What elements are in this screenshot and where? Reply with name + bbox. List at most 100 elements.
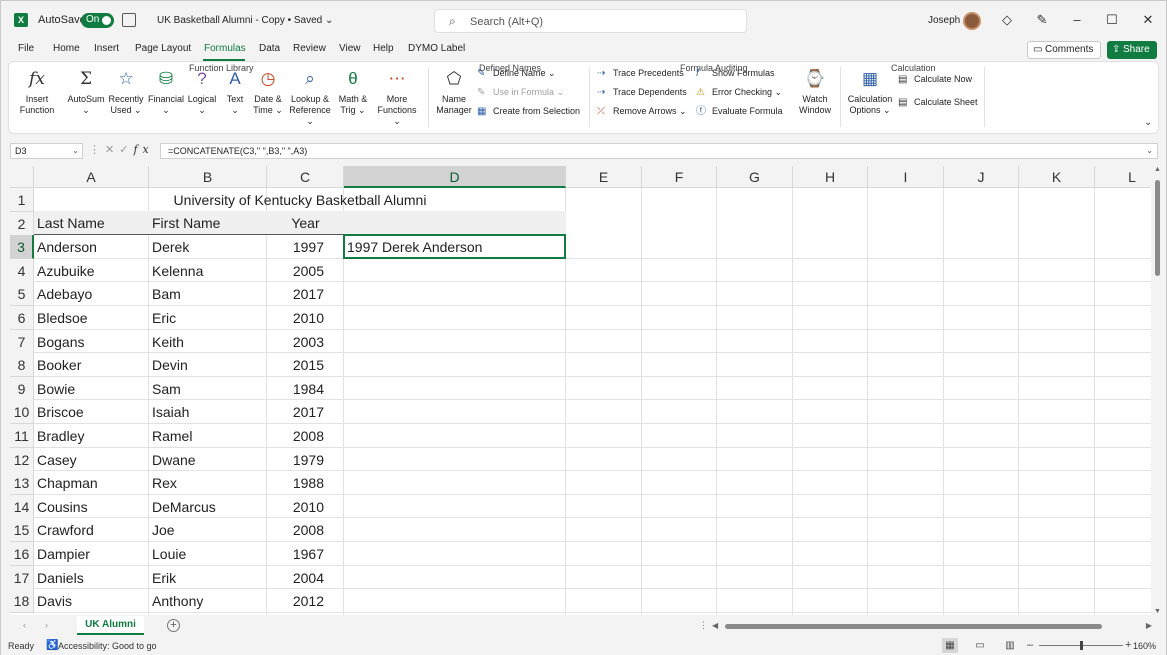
cell-year[interactable]: 2010 bbox=[267, 495, 324, 519]
tab-dymo-label[interactable]: DYMO Label bbox=[408, 43, 465, 54]
diamond-icon[interactable]: ◇ bbox=[997, 10, 1017, 30]
cell-year[interactable]: 1997 bbox=[267, 235, 324, 259]
scroll-up-icon[interactable]: ▲ bbox=[1154, 166, 1161, 173]
error-checking-button[interactable]: ⚠ Error Checking ⌄ bbox=[696, 86, 782, 99]
row-header-12[interactable]: 12 bbox=[10, 447, 34, 472]
cell-year[interactable]: 1979 bbox=[267, 448, 324, 472]
cell-first-name[interactable]: Sam bbox=[152, 377, 181, 401]
cell-year[interactable]: 2003 bbox=[267, 330, 324, 354]
collapse-ribbon-icon[interactable]: ⌄ bbox=[1144, 117, 1152, 128]
column-header-c[interactable]: C bbox=[267, 166, 344, 188]
cell-year[interactable]: 2004 bbox=[267, 566, 324, 590]
tab-splitter-icon[interactable]: ⋮ bbox=[699, 620, 708, 631]
spreadsheet-grid[interactable]: University of Kentucky Basketball Alumni… bbox=[10, 166, 1151, 615]
insert-function-button[interactable]: fx Insert Function bbox=[15, 67, 59, 116]
prev-sheet-icon[interactable]: ‹ bbox=[23, 620, 26, 630]
cell-first-name[interactable]: Anthony bbox=[152, 589, 203, 613]
calculation-options-button[interactable]: ▦ Calculation Options ⌄ bbox=[845, 67, 895, 116]
maximize-icon[interactable]: ☐ bbox=[1102, 10, 1122, 30]
name-box[interactable]: D3 ⌄ bbox=[10, 143, 83, 159]
row-header-6[interactable]: 6 bbox=[10, 306, 34, 330]
cell-last-name[interactable]: Anderson bbox=[37, 235, 97, 259]
tab-insert[interactable]: Insert bbox=[94, 43, 119, 54]
cell-year[interactable]: 1988 bbox=[267, 471, 324, 495]
row-header-16[interactable]: 16 bbox=[10, 542, 34, 566]
row-header-15[interactable]: 15 bbox=[10, 518, 34, 543]
page-layout-view-icon[interactable]: ▭ bbox=[972, 638, 988, 653]
cell-first-name[interactable]: Rex bbox=[152, 471, 177, 495]
text-button[interactable]: A Text ⌄ bbox=[221, 67, 249, 116]
cell-year[interactable]: 1984 bbox=[267, 377, 324, 401]
user-name[interactable]: Joseph bbox=[928, 15, 960, 26]
select-all-corner[interactable] bbox=[10, 166, 34, 188]
row-header-10[interactable]: 10 bbox=[10, 400, 34, 425]
cell-first-name[interactable]: Devin bbox=[152, 353, 188, 377]
row-header-14[interactable]: 14 bbox=[10, 494, 34, 519]
row-header-9[interactable]: 9 bbox=[10, 376, 34, 401]
cancel-icon[interactable]: ✕ bbox=[105, 144, 119, 156]
logical-button[interactable]: ? Logical ⌄ bbox=[185, 67, 219, 116]
cell-last-name[interactable]: Bogans bbox=[37, 330, 84, 354]
tab-view[interactable]: View bbox=[339, 43, 361, 54]
cell-last-name[interactable]: Bowie bbox=[37, 377, 75, 401]
column-header-e[interactable]: E bbox=[566, 166, 642, 188]
date-time-button[interactable]: ◷ Date & Time ⌄ bbox=[251, 67, 285, 116]
cell-first-name[interactable]: Eric bbox=[152, 306, 176, 330]
scroll-right-icon[interactable]: ▶ bbox=[1146, 621, 1152, 630]
cell-last-name[interactable]: Bradley bbox=[37, 424, 84, 448]
zoom-in-button[interactable]: + bbox=[1125, 639, 1131, 651]
vertical-scrollbar[interactable]: ▲ ▼ bbox=[1153, 166, 1163, 615]
active-cell-d3[interactable] bbox=[343, 234, 566, 259]
column-header-d[interactable]: D bbox=[344, 166, 566, 188]
accessibility-status[interactable]: ♿ Accessibility: Good to go bbox=[46, 640, 157, 651]
cell-first-name[interactable]: Ramel bbox=[152, 424, 192, 448]
name-manager-button[interactable]: ⬠ Name Manager bbox=[434, 67, 474, 116]
column-header-f[interactable]: F bbox=[642, 166, 717, 188]
cell-last-name[interactable]: Daniels bbox=[37, 566, 84, 590]
autosum-button[interactable]: Σ AutoSum ⌄ bbox=[65, 67, 107, 116]
cell-first-name[interactable]: Derek bbox=[152, 235, 189, 259]
watch-window-button[interactable]: ⌚ Watch Window bbox=[795, 67, 835, 116]
cell-first-name[interactable]: DeMarcus bbox=[152, 495, 216, 519]
calculate-sheet-button[interactable]: ▤ Calculate Sheet bbox=[898, 96, 978, 109]
row-header-3[interactable]: 3 bbox=[10, 235, 34, 260]
cell-year[interactable]: 2010 bbox=[267, 306, 324, 330]
cell-last-name[interactable]: Dampier bbox=[37, 542, 90, 566]
column-header-k[interactable]: K bbox=[1019, 166, 1095, 188]
cell-year[interactable]: 2017 bbox=[267, 400, 324, 424]
scroll-left-icon[interactable]: ◀ bbox=[712, 621, 718, 630]
row-header-1[interactable]: 1 bbox=[10, 188, 34, 212]
cell-last-name[interactable]: Cousins bbox=[37, 495, 88, 519]
cell-first-name[interactable]: Joe bbox=[152, 518, 175, 542]
insert-function-icon[interactable]: fx bbox=[133, 143, 153, 156]
recently-used-button[interactable]: ☆ Recently Used ⌄ bbox=[107, 67, 145, 116]
cell-year[interactable]: 2008 bbox=[267, 424, 324, 448]
formula-input[interactable]: =CONCATENATE(C3," ",B3," ",A3) ⌄ bbox=[160, 143, 1158, 159]
cell-last-name[interactable]: Azubuike bbox=[37, 259, 95, 283]
scroll-down-icon[interactable]: ▼ bbox=[1154, 608, 1161, 615]
column-header-g[interactable]: G bbox=[717, 166, 793, 188]
evaluate-formula-button[interactable]: ⓕ Evaluate Formula bbox=[696, 105, 783, 118]
row-header-17[interactable]: 17 bbox=[10, 565, 34, 590]
vertical-scroll-thumb[interactable] bbox=[1155, 180, 1160, 276]
more-functions-button[interactable]: ⋯ More Functions ⌄ bbox=[373, 67, 421, 127]
column-header-a[interactable]: A bbox=[34, 166, 149, 188]
tab-page-layout[interactable]: Page Layout bbox=[135, 43, 191, 54]
cell-year[interactable]: 2012 bbox=[267, 589, 324, 613]
cell-last-name[interactable]: Crawford bbox=[37, 518, 94, 542]
search-input[interactable]: ⌕ Search (Alt+Q) bbox=[434, 9, 747, 33]
cell-first-name[interactable]: Bam bbox=[152, 282, 181, 306]
normal-view-icon[interactable]: ▦ bbox=[942, 638, 958, 653]
financial-button[interactable]: ⛁ Financial ⌄ bbox=[146, 67, 186, 116]
pen-icon[interactable]: ✎ bbox=[1032, 10, 1052, 30]
add-sheet-icon[interactable]: + bbox=[167, 619, 180, 632]
next-sheet-icon[interactable]: › bbox=[45, 620, 48, 630]
expand-formula-icon[interactable]: ⌄ bbox=[1146, 144, 1153, 158]
share-button[interactable]: ⇪ Share bbox=[1107, 41, 1157, 59]
cell-first-name[interactable]: Erik bbox=[152, 566, 176, 590]
row-header-18[interactable]: 18 bbox=[10, 589, 34, 614]
create-from-selection-button[interactable]: ▦ Create from Selection bbox=[477, 105, 580, 118]
zoom-out-button[interactable]: – bbox=[1027, 639, 1033, 651]
row-header-8[interactable]: 8 bbox=[10, 353, 34, 378]
column-header-h[interactable]: H bbox=[793, 166, 868, 188]
